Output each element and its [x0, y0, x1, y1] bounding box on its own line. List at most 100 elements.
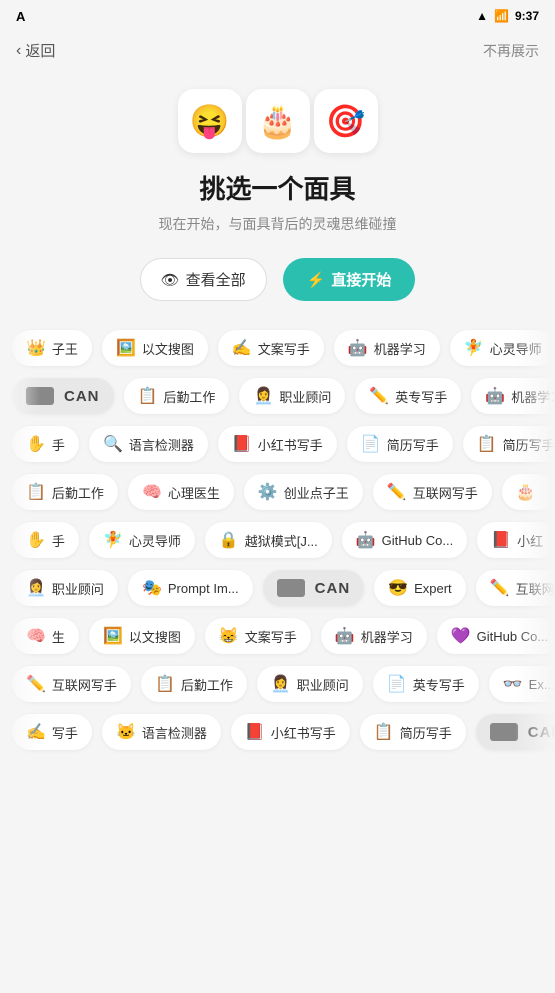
chip-label: 机器学习: [361, 627, 413, 646]
chip-icon: 🎭: [142, 578, 162, 598]
mask-chip-0-3[interactable]: 🤖机器学习: [334, 330, 440, 366]
mask-chip-8-0[interactable]: ✍️写手: [12, 714, 92, 750]
mask-chip-3-4[interactable]: 🎂: [502, 474, 555, 510]
chip-icon: 🎂: [516, 482, 536, 502]
mask-chip-5-3[interactable]: 😎Expert: [374, 570, 466, 606]
chip-label: 英专写手: [413, 675, 465, 694]
chip-icon: 🔍: [103, 434, 123, 454]
chip-label: 心理医生: [168, 483, 220, 502]
mask-chip-1-3[interactable]: ✏️英专写手: [355, 378, 461, 414]
chip-label: 简历写手: [503, 435, 555, 454]
chip-icon: 🤖: [335, 626, 355, 646]
chip-icon: ✋: [26, 434, 46, 454]
chip-label: CAN: [64, 388, 100, 405]
start-button[interactable]: ⚡ 直接开始: [283, 258, 416, 301]
mask-chip-2-3[interactable]: 📄简历写手: [347, 426, 453, 462]
back-button[interactable]: ‹ 返回: [16, 40, 55, 61]
mask-chip-6-4[interactable]: 💜GitHub Co...: [437, 618, 555, 654]
mask-chip-6-1[interactable]: 🖼️以文搜图: [89, 618, 195, 654]
mask-chip-4-4[interactable]: 📕小红: [477, 522, 555, 558]
mask-chip-3-0[interactable]: 📋后勤工作: [12, 474, 118, 510]
chip-label: GitHub Co...: [477, 629, 549, 644]
mask-chip-7-4[interactable]: 👓Ex...: [489, 666, 555, 702]
mask-chip-4-3[interactable]: 🤖GitHub Co...: [342, 522, 467, 558]
chip-icon: 📄: [387, 674, 407, 694]
mask-chip-0-2[interactable]: ✍️文案写手: [218, 330, 324, 366]
chip-icon: 📋: [374, 722, 394, 742]
chip-icon: 🧠: [26, 626, 46, 646]
chip-icon: 🖼️: [116, 338, 136, 358]
back-label: 返回: [25, 40, 55, 61]
chip-label: 文案写手: [245, 627, 297, 646]
mask-chip-6-2[interactable]: 😸文案写手: [205, 618, 311, 654]
mask-chip-5-2[interactable]: CAN: [263, 570, 365, 606]
can-icon: [277, 579, 305, 597]
chip-label: Prompt Im...: [168, 581, 239, 596]
mask-chip-1-1[interactable]: 📋 后勤工作: [124, 378, 230, 414]
mask-chip-1-2[interactable]: 👩‍💼职业顾问: [239, 378, 345, 414]
chip-label: 手: [52, 435, 65, 454]
mask-chip-1-4[interactable]: 🤖机器学习: [471, 378, 555, 414]
mask-chip-4-0[interactable]: ✋手: [12, 522, 79, 558]
chip-icon: 📕: [232, 434, 252, 454]
chip-icon: 📋: [138, 386, 158, 406]
chip-label: 后勤工作: [163, 387, 215, 406]
chip-label: 机器学习: [511, 387, 555, 406]
mask-chip-3-2[interactable]: ⚙️创业点子王: [244, 474, 363, 510]
mask-chip-4-1[interactable]: 🧚心灵导师: [89, 522, 195, 558]
mask-chip-0-0[interactable]: 👑子王: [12, 330, 92, 366]
emoji-row: 😝 🎂 🎯: [178, 89, 378, 153]
chip-icon: ✏️: [369, 386, 389, 406]
mask-row-4: ✋手 🧚心灵导师 🔒越狱模式[J... 🤖GitHub Co... 📕小红: [0, 517, 555, 563]
mask-chip-8-1[interactable]: 🐱语言检测器: [102, 714, 221, 750]
view-all-button[interactable]: 👁 查看全部: [140, 258, 267, 301]
mask-row-2: ✋手🔍语言检测器📕小红书写手📄简历写手📋简历写手: [0, 421, 555, 467]
mask-chip-7-2[interactable]: 👩‍💼职业顾问: [257, 666, 363, 702]
chip-label: 机器学习: [374, 339, 426, 358]
chip-label: 语言检测器: [129, 435, 194, 454]
chip-label: 小红书写手: [258, 435, 323, 454]
mask-chip-3-1[interactable]: 🧠心理医生: [128, 474, 234, 510]
mask-chip-8-3[interactable]: 📋简历写手: [360, 714, 466, 750]
chip-label: CAN: [315, 580, 351, 597]
chip-label: 职业顾问: [52, 579, 104, 598]
chip-icon: 👓: [503, 674, 523, 694]
mask-chip-3-3[interactable]: ✏️互联网写手: [373, 474, 492, 510]
wifi-icon: ▲: [476, 9, 488, 23]
mask-chip-6-3[interactable]: 🤖 机器学习: [321, 618, 427, 654]
mask-chip-1-0[interactable]: CAN: [12, 378, 114, 414]
mask-chip-4-2[interactable]: 🔒越狱模式[J...: [205, 522, 332, 558]
mask-chip-6-0[interactable]: 🧠生: [12, 618, 79, 654]
chip-label: 文案写手: [258, 339, 310, 358]
chip-icon: 😎: [388, 578, 408, 598]
start-label: 直接开始: [331, 269, 391, 290]
mask-row-5: 👩‍💼职业顾问 🎭 Prompt Im... CAN 😎Expert ✏️ 互联网: [0, 565, 555, 611]
dismiss-button[interactable]: 不再展示: [483, 41, 539, 61]
chip-icon: 🧚: [464, 338, 484, 358]
mask-chip-2-4[interactable]: 📋简历写手: [463, 426, 555, 462]
mask-chip-2-1[interactable]: 🔍 语言检测器: [89, 426, 208, 462]
mask-chip-5-1[interactable]: 🎭 Prompt Im...: [128, 570, 253, 606]
emoji-card-2: 🎂: [246, 89, 310, 153]
chip-icon: 📋: [155, 674, 175, 694]
mask-chip-5-4[interactable]: ✏️ 互联网: [476, 570, 555, 606]
mask-chip-2-0[interactable]: ✋手: [12, 426, 79, 462]
chip-icon: ✏️: [490, 578, 510, 598]
mask-chip-7-1[interactable]: 📋 后勤工作: [141, 666, 247, 702]
chip-label: 后勤工作: [181, 675, 233, 694]
chip-icon: 📄: [361, 434, 381, 454]
status-bar: A ▲ 📶 9:37: [0, 0, 555, 32]
mask-chip-2-2[interactable]: 📕 小红书写手: [218, 426, 337, 462]
mask-chip-0-1[interactable]: 🖼️以文搜图: [102, 330, 208, 366]
chip-label: 互联网: [516, 579, 555, 598]
chip-label: 越狱模式[J...: [245, 531, 318, 550]
mask-chip-8-4[interactable]: CAN: [476, 714, 555, 750]
emoji-card-1: 😝: [178, 89, 242, 153]
mask-chip-0-4[interactable]: 🧚心灵导师: [450, 330, 555, 366]
mask-chip-5-0[interactable]: 👩‍💼职业顾问: [12, 570, 118, 606]
mask-chip-7-0[interactable]: ✏️互联网写手: [12, 666, 131, 702]
mask-chip-7-3[interactable]: 📄 英专写手: [373, 666, 479, 702]
mask-chip-8-2[interactable]: 📕小红书写手: [231, 714, 350, 750]
chip-label: 心灵导师: [129, 531, 181, 550]
chip-label: 职业顾问: [279, 387, 331, 406]
